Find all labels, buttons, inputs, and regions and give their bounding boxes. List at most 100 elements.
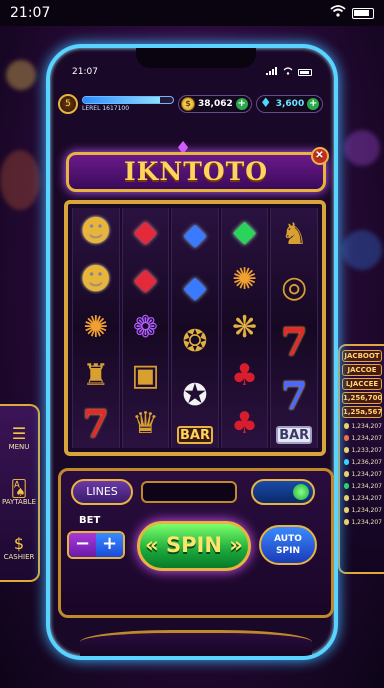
jackpot-gem-icon	[344, 423, 350, 429]
jackpot-row-value: 1,234,207	[351, 506, 382, 514]
bar-symbol: BAR	[276, 426, 313, 445]
slot-reels: ☻ ☻ ✺ ♜ 7 ◆ ◆ ❁ ▣ ♛ ◆ ◆ ❂ ✪ BAR ◆ ✺ ❋ ♣ ♣ ♞ ◎ 7 7 BAR	[64, 200, 326, 456]
jackpot-row-value: 1,233,207	[351, 446, 382, 454]
diamond-icon: ♦	[259, 96, 272, 111]
emerald-symbol: ◆	[233, 214, 257, 249]
bet-label: BET	[79, 515, 101, 526]
jackpot-row: 1,234,207	[342, 516, 382, 528]
xp-bar	[82, 96, 174, 104]
add-coins-button[interactable]: +	[235, 98, 248, 110]
cashier-button[interactable]: $ CASHIER	[4, 534, 35, 562]
menu-button[interactable]: ☰ MENU	[8, 423, 30, 451]
jackpot-row-value: 1,234,207	[351, 518, 382, 526]
jackpot-gem-icon	[344, 495, 350, 501]
red-seven-symbol: 7	[82, 401, 110, 446]
add-gems-button[interactable]: +	[307, 98, 320, 110]
jackpot-gem-icon	[344, 483, 350, 489]
casino-light-decoration	[6, 60, 36, 90]
jackpot-gem-icon	[344, 519, 350, 525]
menu-label: MENU	[8, 442, 30, 451]
jackpot-list: 1,234,207 1,234,207 1,233,207 1,236,207 1,23…	[342, 420, 382, 528]
golden-mask-symbol: ☻	[80, 262, 112, 297]
game-title: IKNTOTO	[123, 157, 269, 186]
sapphire-symbol: ◆	[183, 216, 207, 252]
left-side-menu: ☰ MENU 🂡 PAYTABLE $ CASHIER	[0, 404, 40, 582]
tiger-symbol: ✺	[83, 310, 109, 345]
cabinet-base-decoration	[80, 630, 312, 656]
coin-icon: $	[181, 97, 195, 111]
auto-spin-button[interactable]: AUTO SPIN	[259, 525, 317, 565]
jackpot-row-value: 1,234,207	[351, 434, 382, 442]
game-title-banner: IKNTOTO ✕	[66, 147, 329, 192]
jackpot-row: 1,233,207	[342, 444, 382, 456]
jackpot-row-value: 1,234,207	[351, 422, 382, 430]
hamburger-icon: ☰	[11, 423, 27, 443]
reel-column: ◆ ◆ ❁ ▣ ♛	[121, 208, 170, 448]
close-button[interactable]: ✕	[311, 147, 329, 165]
ruby-symbol: ◆	[133, 214, 157, 249]
cards-icon: 🂡	[10, 478, 28, 498]
gem-amount: 3,600	[275, 99, 305, 109]
golden-eagle-symbol: ❋	[232, 310, 258, 345]
coin-balance: $ 38,062 +	[178, 95, 252, 113]
reel-column: ♞ ◎ 7 7 BAR	[270, 208, 318, 448]
jackpot-row: 1,234,207	[342, 480, 382, 492]
battery-icon	[352, 7, 374, 19]
os-status-icons	[330, 5, 374, 21]
bet-stepper: − +	[67, 531, 125, 559]
lines-button[interactable]: LINES	[71, 479, 133, 505]
jackpot-row-value: 1,234,207	[351, 494, 382, 502]
golden-idol-symbol: ♜	[82, 358, 110, 393]
jackpot-gem-icon	[344, 447, 350, 453]
reel-column: ◆ ◆ ❂ ✪ BAR	[171, 208, 219, 448]
top-hud: 5 LEREL 1617100 $ 38,062 + ♦ 3,600 +	[58, 90, 334, 118]
reel-column: ◆ ✺ ❋ ♣ ♣	[220, 208, 269, 448]
casino-light-decoration	[0, 150, 40, 210]
jackpot-panel: JACBOOT JACCOE LJACCEE 1,256,700 1,25a,5…	[338, 344, 384, 574]
spin-button[interactable]: « SPIN »	[137, 521, 251, 571]
blue-seven-symbol: 7	[280, 372, 308, 418]
bet-increase-button[interactable]: +	[96, 533, 123, 557]
jackpot-label: JACCOE	[342, 364, 382, 376]
jackpot-row: 1,234,207	[342, 432, 382, 444]
jackpot-gem-icon	[344, 507, 350, 513]
wifi-icon	[283, 66, 293, 78]
jackpot-row-value: 1,234,207	[351, 470, 382, 478]
red-seven-symbol: 7	[280, 318, 308, 364]
phone-status-bar: 21:07	[50, 48, 334, 88]
jackpot-row: 1,234,207	[342, 492, 382, 504]
bet-decrease-button[interactable]: −	[69, 533, 96, 557]
lines-display	[141, 481, 237, 503]
jackpot-row: 1,236,207	[342, 456, 382, 468]
casino-light-decoration	[342, 230, 382, 270]
paytable-button[interactable]: 🂡 PAYTABLE	[2, 478, 36, 506]
tiger-symbol: ✺	[232, 262, 258, 297]
dollar-icon: $	[13, 534, 25, 554]
toggle-switch[interactable]	[251, 479, 315, 505]
bar-symbol: BAR	[176, 426, 213, 445]
gem-balance: ♦ 3,600 +	[255, 95, 324, 113]
golden-tablet-symbol: ▣	[131, 358, 160, 393]
phone-status-icons	[266, 66, 312, 78]
eagle-symbol: ✪	[182, 377, 208, 413]
jackpot-value: 1,25a,567	[342, 406, 383, 418]
jackpot-label: LJACCEE	[342, 378, 382, 390]
jackpot-row: 1,234,207	[342, 504, 382, 516]
jackpot-row: 1,234,207	[342, 420, 382, 432]
purple-dragon-symbol: ❁	[132, 310, 158, 345]
jackpot-gem-icon	[344, 435, 350, 441]
auto-spin-label: AUTO	[274, 534, 302, 544]
level-badge[interactable]: 5	[58, 94, 78, 114]
phone-frame: 21:07 5 LEREL 1617100 $ 38,062 + ♦ 3,600…	[46, 44, 338, 660]
toggle-knob	[293, 484, 309, 500]
gold-ring-symbol: ◎	[281, 270, 308, 306]
golden-dragon-symbol: ❂	[182, 323, 208, 359]
golden-idol-symbol: ♞	[280, 216, 308, 252]
jackpot-value: 1,256,700	[342, 392, 383, 404]
wifi-icon	[330, 5, 346, 21]
os-clock: 21:07	[10, 5, 51, 21]
ruby-symbol: ◆	[133, 262, 157, 297]
battery-icon	[298, 68, 312, 76]
sapphire-symbol: ◆	[183, 270, 207, 306]
jackpot-row-value: 1,234,207	[351, 482, 382, 490]
